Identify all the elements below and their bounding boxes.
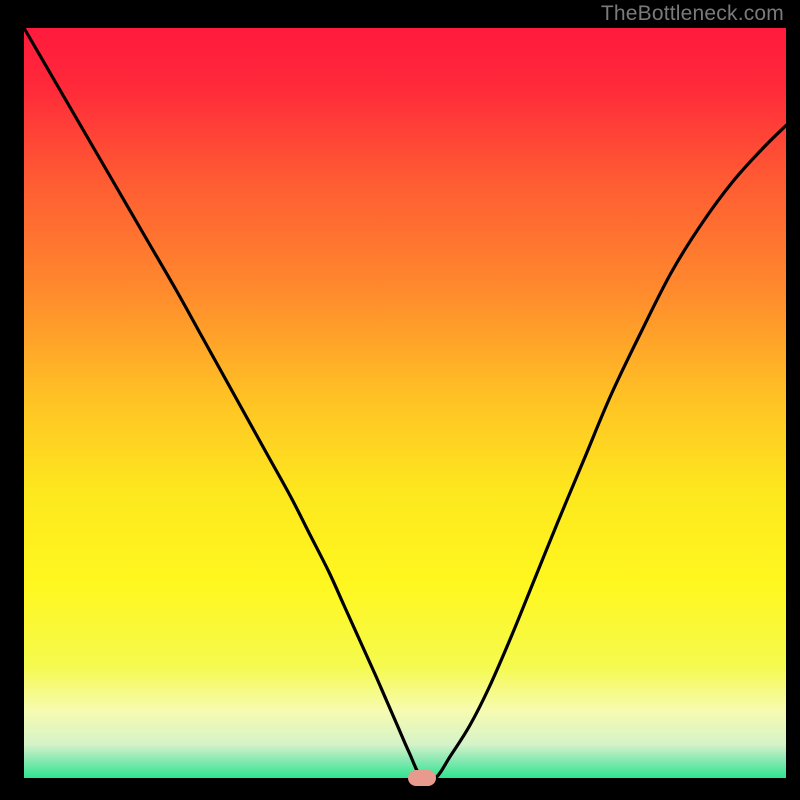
attribution-label: TheBottleneck.com [601,2,784,26]
plot-background [24,28,786,778]
chart-container: TheBottleneck.com [0,0,800,800]
bottleneck-marker [408,770,436,786]
bottleneck-chart [0,0,800,800]
